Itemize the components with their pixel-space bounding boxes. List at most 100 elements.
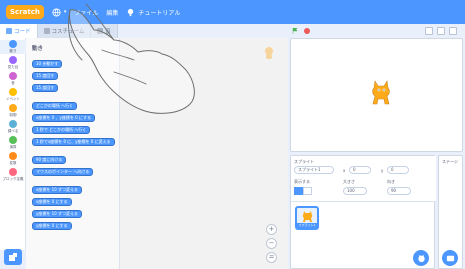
show-hidden-toggle[interactable]	[303, 187, 312, 195]
category-motion[interactable]: 動き	[0, 40, 26, 54]
tab-code-label: コード	[14, 29, 31, 35]
zoom-reset-button[interactable]: =	[266, 252, 277, 263]
category-control-label: 制御	[9, 113, 17, 117]
direction-value: 90	[391, 188, 397, 193]
scratch-logo[interactable]: Scratch	[6, 5, 44, 19]
category-events-label: イベント	[6, 97, 20, 101]
zoom-out-button[interactable]: −	[266, 238, 277, 249]
size-input[interactable]: 100	[343, 187, 367, 195]
turn-left-block[interactable]: 15 度回す	[32, 84, 59, 92]
tab-code[interactable]: コード	[0, 24, 38, 38]
move-steps-block[interactable]: 10 歩動かす	[32, 60, 63, 68]
size-value: 100	[347, 188, 355, 193]
category-sound[interactable]: 音	[0, 72, 26, 86]
block-label: 1 秒で どこかの場所 へ行く	[36, 127, 87, 132]
category-sensing[interactable]: 調べる	[0, 120, 26, 134]
stage-target-label: ステージ	[442, 159, 458, 164]
sprite-thumbnail-name: スプライト1	[297, 223, 317, 228]
x-input[interactable]: 0	[349, 166, 371, 174]
edit-menu[interactable]: 編集	[106, 8, 118, 17]
show-visible-toggle[interactable]	[294, 187, 303, 195]
tutorials-menu-label: チュートリアル	[138, 9, 181, 17]
tab-costumes[interactable]: コスチューム	[37, 24, 92, 38]
sprite-name-input[interactable]: スプライト1	[294, 166, 334, 174]
x-value: 0	[353, 167, 356, 172]
sprite-watermark-icon	[265, 47, 273, 59]
category-operators-label: 演算	[9, 145, 17, 149]
control-dot-icon	[9, 104, 17, 112]
category-looks-label: 見た目	[7, 65, 19, 69]
file-menu-label: ファイル	[74, 9, 99, 17]
category-operators[interactable]: 演算	[0, 136, 26, 150]
block-palette: 動き 10 歩動かす 15 度回す 15 度回す どこかの場所 へ行く x座標を…	[26, 38, 120, 269]
block-label: 90 度に向ける	[36, 157, 63, 162]
category-sound-label: 音	[11, 81, 15, 85]
cat-thumbnail-icon	[302, 211, 313, 222]
point-towards-block[interactable]: マウスのポインター へ向ける	[32, 168, 94, 176]
choose-backdrop-button[interactable]	[442, 250, 458, 266]
category-events[interactable]: イベント	[0, 88, 26, 102]
block-label: マウスのポインター へ向ける	[36, 169, 90, 174]
add-extension-button[interactable]	[4, 249, 22, 265]
point-direction-block[interactable]: 90 度に向ける	[32, 156, 67, 164]
choose-sprite-button[interactable]	[413, 250, 429, 266]
cat-sprite[interactable]	[369, 79, 393, 107]
script-area[interactable]: + − =	[120, 38, 288, 269]
my-blocks-dot-icon	[9, 168, 17, 176]
turn-right-block[interactable]: 15 度回す	[32, 72, 59, 80]
category-my-blocks[interactable]: ブロック定義	[0, 168, 26, 182]
file-menu[interactable]: ファイル	[74, 8, 98, 17]
category-looks[interactable]: 見た目	[0, 56, 26, 70]
sprite-thumbnail[interactable]: スプライト1	[295, 206, 319, 230]
tab-sounds[interactable]: 音	[91, 24, 118, 38]
backdrop-icon	[446, 255, 454, 261]
code-icon	[6, 28, 12, 34]
category-variables-label: 変数	[9, 161, 17, 165]
tutorials-menu[interactable]: チュートリアル	[126, 8, 180, 17]
edit-menu-label: 編集	[106, 9, 119, 17]
direction-label: 向き	[387, 179, 395, 184]
language-menu[interactable]: ▾	[52, 7, 66, 17]
set-x-block[interactable]: x座標を 0 にする	[32, 198, 72, 206]
zoom-in-button[interactable]: +	[266, 224, 277, 235]
fullscreen-button[interactable]	[449, 27, 457, 35]
sprite-name-value: スプライト1	[298, 167, 321, 172]
sound-icon	[97, 28, 104, 34]
large-stage-button[interactable]	[437, 27, 445, 35]
events-dot-icon	[9, 88, 17, 96]
stage-target-pane[interactable]: ステージ	[438, 155, 463, 269]
small-stage-button[interactable]	[425, 27, 433, 35]
glide-to-xy-block[interactable]: 1 秒でx座標を 0 に、y座標を 0 に変える	[32, 138, 115, 146]
palette-title: 動き	[32, 46, 44, 52]
change-y-block[interactable]: y座標を 10 ずつ変える	[32, 210, 82, 218]
category-motion-label: 動き	[9, 49, 17, 53]
direction-input[interactable]: 90	[387, 187, 411, 195]
category-my-blocks-label: ブロック定義	[2, 177, 24, 181]
block-label: y座標を 0 にする	[36, 223, 68, 228]
motion-dot-icon	[9, 40, 17, 48]
operators-dot-icon	[9, 136, 17, 144]
brush-icon	[43, 28, 50, 34]
stop-icon[interactable]	[304, 28, 310, 34]
looks-dot-icon	[9, 56, 17, 64]
stage-canvas[interactable]	[290, 38, 463, 152]
green-flag-icon[interactable]	[292, 28, 298, 34]
y-input[interactable]: 0	[387, 166, 409, 174]
size-label: 大きさ	[343, 179, 355, 184]
sprite-info: スプライト スプライト1 x 0 y 0 表示する 大きさ 100 向き 90	[291, 156, 436, 202]
go-to-xy-block[interactable]: x座標を 0 、y座標を 0 にする	[32, 114, 95, 122]
y-value: 0	[391, 167, 394, 172]
category-control[interactable]: 制御	[0, 104, 26, 118]
change-x-block[interactable]: x座標を 10 ずつ変える	[32, 186, 82, 194]
y-label: y	[381, 168, 384, 173]
sprite-name-label: スプライト	[294, 159, 314, 164]
category-menu: 動き 見た目 音 イベント 制御 調べる 演算 変数 ブロック定義	[0, 38, 26, 250]
tab-sounds-label: 音	[105, 29, 111, 35]
glide-to-block[interactable]: 1 秒で どこかの場所 へ行く	[32, 126, 91, 134]
go-to-block[interactable]: どこかの場所 へ行く	[32, 102, 78, 110]
sprite-pane: スプライト スプライト1 x 0 y 0 表示する 大きさ 100 向き 90 …	[290, 155, 436, 269]
set-y-block[interactable]: y座標を 0 にする	[32, 222, 72, 230]
sound-dot-icon	[9, 72, 17, 80]
category-variables[interactable]: 変数	[0, 152, 26, 166]
block-label: 1 秒でx座標を 0 に、y座標を 0 に変える	[36, 139, 111, 144]
